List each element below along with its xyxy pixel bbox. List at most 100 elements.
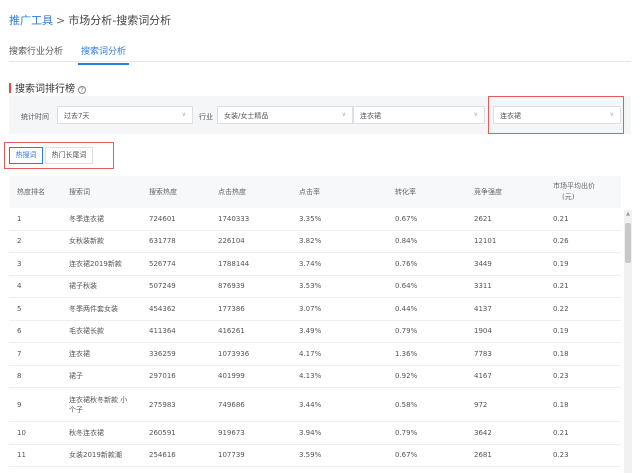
search-heat-cell: 254616: [149, 451, 176, 460]
competition-cell: 4167: [474, 372, 492, 381]
avg-bid-cell: 0.21: [553, 282, 569, 291]
avg-bid-cell: 0.18: [553, 349, 569, 358]
avg-bid-cell: 0.19: [553, 259, 569, 268]
conversion-rate-cell: 0.44%: [395, 304, 418, 313]
competition-cell: 1904: [474, 327, 492, 336]
col-avg-bid-unit: (元): [562, 193, 575, 201]
click-heat-cell: 226104: [218, 237, 245, 246]
scrollbar-thumb[interactable]: [625, 223, 631, 263]
keyword-cell: 毛衣裙长款: [69, 327, 104, 336]
table-row: 8 裙子 297016 401999 4.13% 0.92% 4167 0.23: [9, 366, 621, 388]
avg-bid-cell: 0.18: [553, 400, 569, 409]
rank-cell: 7: [17, 349, 22, 358]
conversion-rate-cell: 0.79%: [395, 327, 418, 336]
ctr-cell: 3.94%: [299, 428, 322, 437]
col-avg-bid: 市场平均出价 (元): [553, 176, 595, 208]
conversion-rate-cell: 0.58%: [395, 400, 418, 409]
industry-select[interactable]: 女装/女士精品 ∨: [217, 106, 353, 124]
avg-bid-cell: 0.23: [553, 372, 569, 381]
col-avg-bid-label: 市场平均出价: [553, 182, 595, 190]
click-heat-cell: 1073936: [218, 349, 250, 358]
breadcrumb-current: 市场分析-搜索词分析: [68, 14, 172, 27]
table-row: 3 连衣裙2019新款 526774 1788144 3.74% 0.76% 3449 0.1…: [9, 253, 621, 276]
rank-cell: 11: [17, 451, 26, 460]
breadcrumb-root-link[interactable]: 推广工具: [9, 14, 53, 27]
time-select[interactable]: 过去7天 ∨: [57, 106, 193, 124]
breadcrumb-separator: >: [56, 14, 66, 27]
click-heat-cell: 401999: [218, 372, 245, 381]
competition-cell: 3642: [474, 428, 492, 437]
conversion-rate-cell: 0.76%: [395, 259, 418, 268]
search-heat-cell: 631778: [149, 237, 176, 246]
industry-label: 行业: [199, 113, 213, 121]
rank-cell: 10: [17, 428, 26, 437]
highlight-sub-tabs: [4, 142, 114, 169]
top-tabs: 搜索行业分析 搜索词分析: [9, 40, 631, 65]
keyword-cell: 连衣裙秋冬新款 小个子: [69, 395, 128, 414]
keyword-cell: 女装2019新款潮: [69, 451, 122, 460]
search-heat-cell: 275983: [149, 400, 176, 409]
chevron-down-icon: ∨: [341, 111, 346, 118]
competition-cell: 2681: [474, 451, 492, 460]
avg-bid-cell: 0.21: [553, 428, 569, 437]
click-heat-cell: 749686: [218, 400, 245, 409]
search-heat-cell: 411364: [149, 327, 176, 336]
rank-cell: 1: [17, 214, 22, 223]
rank-cell: 5: [17, 304, 22, 313]
ctr-cell: 4.17%: [299, 349, 322, 358]
competition-cell: 2621: [474, 214, 492, 223]
triangle-up-icon[interactable]: ▲: [624, 210, 632, 218]
tab-search-keyword-analysis[interactable]: 搜索词分析: [77, 44, 130, 65]
rank-cell: 6: [17, 327, 22, 336]
category-select[interactable]: 连衣裙 ∨: [353, 106, 485, 124]
click-heat-cell: 1788144: [218, 259, 250, 268]
table-row: 6 毛衣裙长款 411364 416261 3.49% 0.79% 1904 0.19: [9, 321, 621, 343]
table-row: 10 秋冬连衣裙 260591 919673 3.94% 0.79% 3642 0.21: [9, 422, 621, 445]
conversion-rate-cell: 0.64%: [395, 282, 418, 291]
click-heat-cell: 876939: [218, 282, 245, 291]
competition-cell: 7783: [474, 349, 492, 358]
table-row: 7 连衣裙 336259 1073936 4.17% 1.36% 7783 0.18: [9, 343, 621, 366]
keyword-cell: 裙子秋装: [69, 282, 97, 291]
breadcrumb: 推广工具 > 市场分析-搜索词分析: [9, 12, 171, 28]
ctr-cell: 3.35%: [299, 214, 322, 223]
table-header: 热度排名 搜索词 搜索热度 点击热度 点击率 转化率 竞争强度 市场平均出价 (…: [9, 176, 621, 208]
conversion-rate-cell: 0.67%: [395, 214, 418, 223]
time-select-value: 过去7天: [64, 112, 90, 120]
table-row: 2 女秋装新款 631778 226104 3.82% 0.84% 12101 0.26: [9, 231, 621, 253]
click-heat-cell: 107739: [218, 451, 245, 460]
conversion-rate-cell: 0.92%: [395, 372, 418, 381]
keyword-cell: 冬季连衣裙: [69, 214, 104, 223]
chevron-down-icon: ∨: [181, 111, 186, 118]
competition-cell: 12101: [474, 237, 497, 246]
rank-cell: 4: [17, 282, 22, 291]
avg-bid-cell: 0.23: [553, 451, 569, 460]
ctr-cell: 3.49%: [299, 327, 322, 336]
col-search-heat: 搜索热度: [149, 188, 177, 196]
tab-search-industry-analysis[interactable]: 搜索行业分析: [9, 44, 63, 57]
ctr-cell: 3.59%: [299, 451, 322, 460]
table-scrollbar[interactable]: ▲: [624, 210, 632, 473]
section-accent-bar: [9, 83, 11, 93]
industry-select-value: 女装/女士精品: [224, 112, 269, 120]
category-select-value: 连衣裙: [360, 112, 381, 120]
table-row: 1 冬季连衣裙 724601 1740333 3.35% 0.67% 2621 0.21: [9, 208, 621, 231]
conversion-rate-cell: 1.36%: [395, 349, 418, 358]
search-heat-cell: 454362: [149, 304, 176, 313]
click-heat-cell: 919673: [218, 428, 245, 437]
search-heat-cell: 526774: [149, 259, 176, 268]
highlight-keyword-select: [488, 96, 624, 134]
col-keyword: 搜索词: [69, 188, 90, 196]
click-heat-cell: 177386: [218, 304, 245, 313]
conversion-rate-cell: 0.84%: [395, 237, 418, 246]
avg-bid-cell: 0.19: [553, 327, 569, 336]
table-row: 11 女装2019新款潮 254616 107739 3.59% 0.67% 2681 0.2…: [9, 445, 621, 467]
chevron-down-icon: ∨: [473, 111, 478, 118]
col-rank: 热度排名: [17, 188, 45, 196]
table-row: 4 裙子秋装 507249 876939 3.53% 0.64% 3311 0.21: [9, 276, 621, 298]
competition-cell: 4137: [474, 304, 492, 313]
keyword-cell: 裙子: [69, 372, 83, 381]
question-circle-icon[interactable]: ?: [78, 86, 86, 94]
section-title: 搜索词排行榜?: [9, 80, 86, 95]
search-heat-cell: 507249: [149, 282, 176, 291]
